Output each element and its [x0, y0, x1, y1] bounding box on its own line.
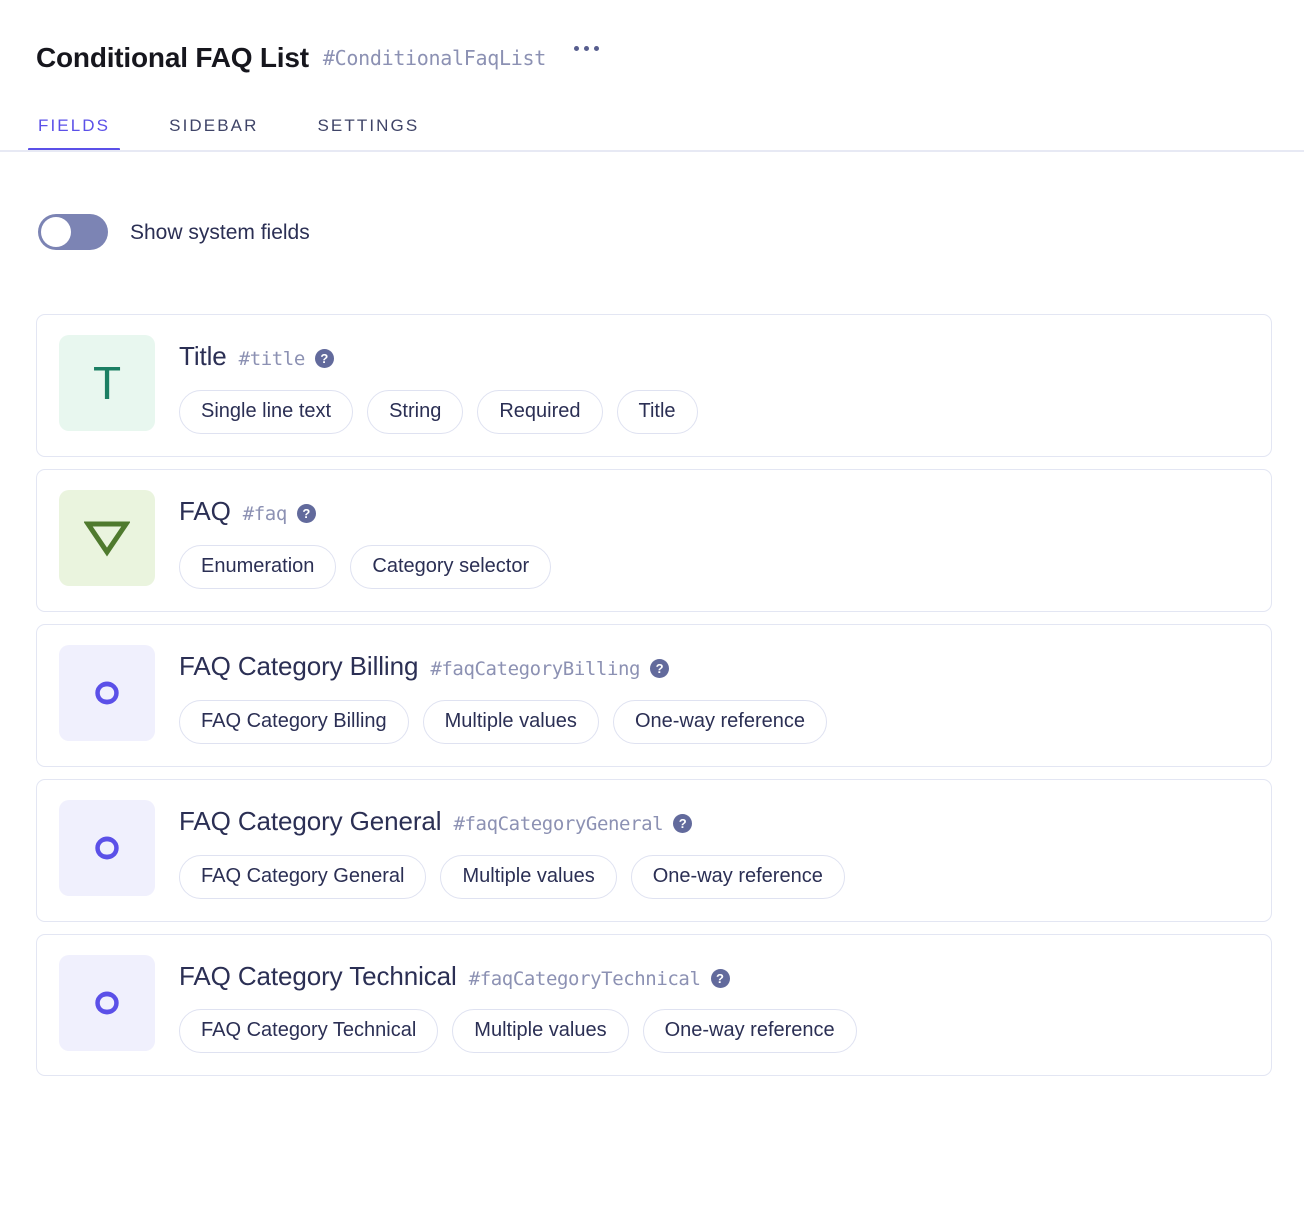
- field-tag: FAQ Category Technical: [179, 1009, 439, 1054]
- help-icon[interactable]: ?: [296, 503, 316, 523]
- field-name: FAQ Category Billing: [179, 650, 419, 681]
- field-tag: One-way reference: [630, 854, 845, 899]
- field-tag-row: FAQ Category Billing Multiple values One…: [179, 699, 1249, 744]
- field-heading: FAQ Category General #faqCategoryGeneral…: [179, 805, 1249, 837]
- page-slug: #ConditionalFaqList: [322, 46, 546, 70]
- field-card[interactable]: FAQ #faq ? Enumeration Category selector: [36, 468, 1272, 612]
- field-tag: Multiple values: [452, 1009, 629, 1054]
- link-icon: [95, 681, 119, 705]
- tab-bar: FIELDS SIDEBAR SETTINGS: [0, 100, 1304, 152]
- field-tag: Single line text: [179, 389, 354, 434]
- field-heading: FAQ Category Billing #faqCategoryBilling…: [179, 650, 1249, 682]
- show-system-fields-row: Show system fields: [38, 214, 1304, 250]
- tab-fields[interactable]: FIELDS: [28, 116, 121, 152]
- field-card[interactable]: FAQ Category Billing #faqCategoryBilling…: [36, 623, 1272, 767]
- field-slug: #faqCategoryBilling: [430, 657, 641, 680]
- field-tag: One-way reference: [642, 1009, 857, 1054]
- field-tag-row: Enumeration Category selector: [179, 544, 1249, 589]
- field-name: FAQ: [179, 495, 231, 526]
- field-slug: #faq: [242, 502, 288, 525]
- help-icon[interactable]: ?: [314, 349, 334, 368]
- title-row: Conditional FAQ List #ConditionalFaqList: [36, 38, 1304, 78]
- field-tag: String: [367, 389, 464, 434]
- help-icon[interactable]: ?: [710, 968, 730, 988]
- content-type-editor-page: Conditional FAQ List #ConditionalFaqList…: [0, 0, 1304, 1232]
- page-header: Conditional FAQ List #ConditionalFaqList: [0, 0, 1304, 78]
- field-heading: FAQ Category Technical #faqCategoryTechn…: [179, 960, 1249, 992]
- tab-sidebar[interactable]: SIDEBAR: [159, 116, 268, 152]
- field-tag: Title: [616, 389, 698, 434]
- kebab-dot-icon: [583, 46, 589, 51]
- field-tag: One-way reference: [612, 699, 828, 744]
- field-body: FAQ Category General #faqCategoryGeneral…: [179, 800, 1249, 899]
- reference-field-icon: [59, 644, 155, 741]
- tab-settings[interactable]: SETTINGS: [307, 116, 429, 152]
- field-body: FAQ #faq ? Enumeration Category selector: [179, 490, 1249, 589]
- field-name: Title: [179, 341, 227, 371]
- show-system-fields-label: Show system fields: [130, 220, 310, 244]
- field-body: FAQ Category Billing #faqCategoryBilling…: [179, 645, 1249, 744]
- link-icon: [95, 836, 119, 859]
- triangle-down-icon: [84, 521, 130, 557]
- tab-bar-divider: [0, 150, 1304, 152]
- enumeration-field-icon: [59, 489, 155, 586]
- field-heading: Title #title ?: [179, 341, 1249, 372]
- text-field-icon: T: [59, 335, 155, 431]
- field-tag: FAQ Category Billing: [179, 699, 409, 744]
- field-tag: Required: [477, 389, 603, 434]
- reference-field-icon: [59, 954, 155, 1051]
- reference-field-icon: [59, 799, 155, 896]
- field-name: FAQ Category General: [179, 805, 442, 836]
- show-system-fields-toggle[interactable]: [38, 214, 108, 250]
- toggle-knob: [41, 217, 71, 247]
- field-card[interactable]: T Title #title ? Single line text String…: [36, 314, 1272, 457]
- field-slug: #faqCategoryGeneral: [453, 812, 664, 835]
- field-name: FAQ Category Technical: [179, 960, 457, 991]
- field-slug: #title: [238, 348, 306, 370]
- link-icon: [95, 991, 119, 1014]
- field-heading: FAQ #faq ?: [179, 495, 1249, 527]
- field-tag: Multiple values: [440, 854, 617, 899]
- field-body: Title #title ? Single line text String R…: [179, 335, 1249, 434]
- kebab-dot-icon: [573, 46, 579, 51]
- field-slug: #faqCategoryTechnical: [468, 967, 701, 990]
- field-tag: Multiple values: [422, 699, 599, 744]
- letter-t-icon: T: [92, 357, 122, 409]
- field-tag-row: Single line text String Required Title: [179, 389, 1249, 434]
- field-tag-row: FAQ Category General Multiple values One…: [179, 854, 1249, 899]
- field-tag: FAQ Category General: [179, 854, 427, 899]
- field-card[interactable]: FAQ Category General #faqCategoryGeneral…: [36, 778, 1272, 922]
- field-card[interactable]: FAQ Category Technical #faqCategoryTechn…: [36, 933, 1272, 1077]
- more-options-button[interactable]: [572, 40, 601, 57]
- field-body: FAQ Category Technical #faqCategoryTechn…: [179, 955, 1249, 1054]
- kebab-dot-icon: [593, 46, 599, 51]
- field-tag-row: FAQ Category Technical Multiple values O…: [179, 1009, 1249, 1054]
- fields-list: T Title #title ? Single line text String…: [36, 314, 1272, 1077]
- help-icon[interactable]: ?: [673, 813, 693, 833]
- help-icon[interactable]: ?: [650, 658, 670, 678]
- field-tag: Category selector: [350, 544, 552, 589]
- tabs-container: FIELDS SIDEBAR SETTINGS: [0, 100, 1304, 152]
- page-title: Conditional FAQ List: [36, 42, 309, 73]
- field-tag: Enumeration: [179, 544, 337, 589]
